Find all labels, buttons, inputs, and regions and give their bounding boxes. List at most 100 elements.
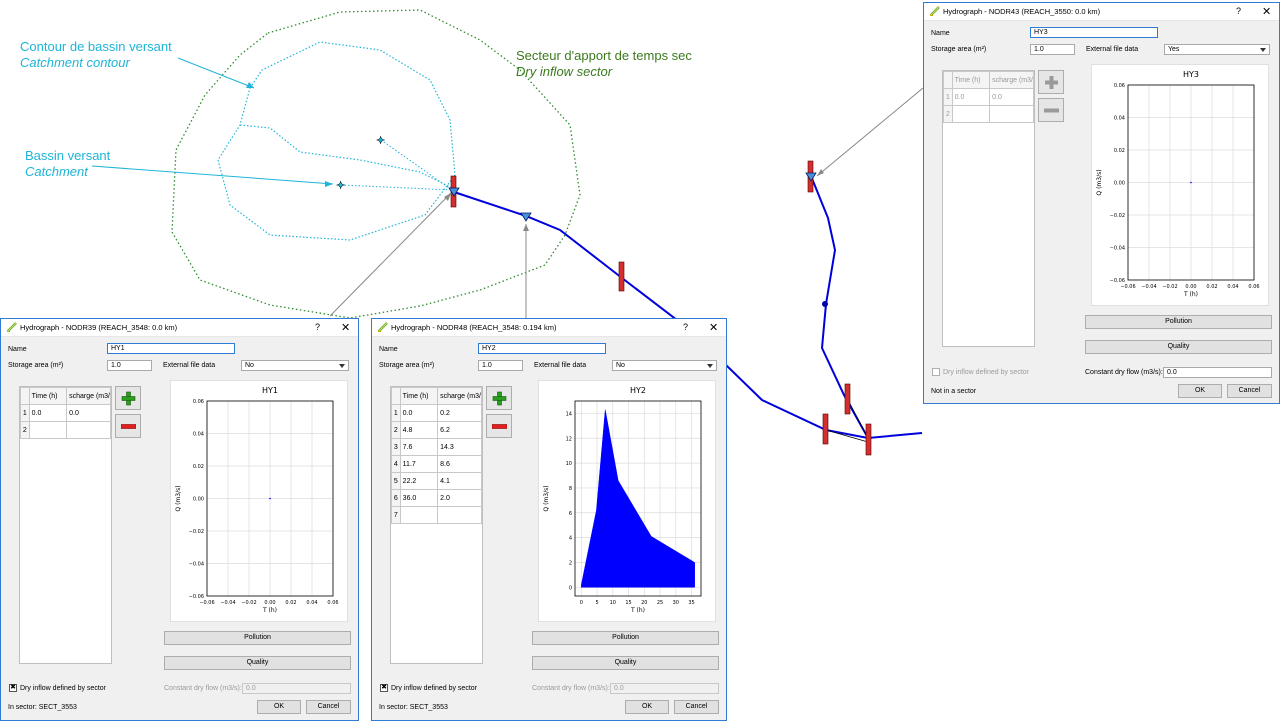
ok-button[interactable]: OK [257, 700, 301, 714]
title-bar[interactable]: Hydrograph - NODR39 (REACH_3548: 0.0 km)… [1, 319, 358, 337]
hydrograph-dialog-d3[interactable]: Hydrograph - NODR43 (REACH_3550: 0.0 km)… [923, 2, 1280, 404]
table-cell[interactable]: 0.0 [951, 88, 991, 106]
constant-dry-flow-input[interactable]: 0.0 [610, 683, 719, 694]
row-header[interactable]: 3 [391, 438, 401, 456]
table-cell[interactable]: 0.0 [66, 404, 111, 422]
external-file-select[interactable]: No [241, 360, 349, 371]
pollution-button[interactable]: Pollution [164, 631, 351, 645]
external-file-select[interactable]: Yes [1164, 44, 1270, 55]
add-row-button[interactable] [486, 386, 512, 410]
table-cell[interactable]: 4.8 [399, 421, 439, 439]
row-header[interactable]: 5 [391, 472, 401, 490]
quality-button[interactable]: Quality [1085, 340, 1272, 354]
table-cell[interactable]: 6.2 [437, 421, 482, 439]
table-row[interactable]: 5 22.2 4.1 [391, 472, 482, 490]
row-header[interactable]: 4 [391, 455, 401, 473]
row-header[interactable]: 2 [943, 105, 953, 123]
table-cell[interactable] [951, 105, 991, 123]
row-header[interactable]: 6 [391, 489, 401, 507]
help-button[interactable]: ? [315, 322, 320, 332]
table-cell[interactable]: 22.2 [399, 472, 439, 490]
section-marker-4[interactable] [865, 423, 872, 456]
column-header[interactable]: scharge (m3/ [989, 71, 1034, 89]
table-row[interactable]: 2 [20, 421, 111, 439]
column-header[interactable]: Time (h) [28, 387, 68, 405]
table-cell[interactable]: 0.2 [437, 404, 482, 422]
remove-row-button[interactable] [115, 414, 141, 438]
column-header[interactable]: scharge (m3/ [437, 387, 482, 405]
table-cell[interactable]: 0.0 [28, 404, 68, 422]
ok-button[interactable]: OK [1178, 384, 1222, 398]
cancel-button[interactable]: Cancel [1227, 384, 1272, 398]
table-cell[interactable]: 7.6 [399, 438, 439, 456]
table-row[interactable]: 1 0.0 0.0 [20, 404, 111, 422]
pollution-button[interactable]: Pollution [1085, 315, 1272, 329]
table-row[interactable]: 1 0.0 0.0 [943, 88, 1034, 106]
hydrograph-table[interactable]: Time (h) scharge (m3/1 0.0 0.0 2 [19, 386, 112, 664]
add-row-button[interactable] [1038, 70, 1064, 94]
storage-area-input[interactable]: 1.0 [107, 360, 152, 371]
storage-area-input[interactable]: 1.0 [1030, 44, 1075, 55]
hydrograph-marker-hy1[interactable] [448, 187, 460, 197]
table-cell[interactable]: 4.1 [437, 472, 482, 490]
hydrograph-dialog-d1[interactable]: Hydrograph - NODR39 (REACH_3548: 0.0 km)… [0, 318, 359, 721]
cancel-button[interactable]: Cancel [306, 700, 351, 714]
table-cell[interactable] [399, 506, 439, 524]
table-row[interactable]: 4 11.7 8.6 [391, 455, 482, 473]
catchment-centroid-1[interactable]: ✦ [376, 134, 386, 148]
hydrograph-marker-hy3[interactable] [805, 172, 817, 182]
table-cell[interactable] [28, 421, 68, 439]
column-header[interactable]: Time (h) [951, 71, 991, 89]
quality-button[interactable]: Quality [532, 656, 719, 670]
column-header[interactable]: Time (h) [399, 387, 439, 405]
section-marker-3[interactable] [822, 413, 829, 445]
row-header[interactable]: 2 [20, 421, 30, 439]
node-junction[interactable] [822, 301, 828, 307]
title-bar[interactable]: Hydrograph - NODR48 (REACH_3548: 0.194 k… [372, 319, 726, 337]
table-cell[interactable]: 14.3 [437, 438, 482, 456]
cancel-button[interactable]: Cancel [674, 700, 719, 714]
table-cell[interactable]: 8.6 [437, 455, 482, 473]
table-cell[interactable] [437, 506, 482, 524]
table-cell[interactable] [66, 421, 111, 439]
table-cell[interactable]: 2.0 [437, 489, 482, 507]
name-input[interactable]: HY2 [478, 343, 606, 354]
table-cell[interactable]: 36.0 [399, 489, 439, 507]
close-icon[interactable]: ✕ [341, 321, 350, 334]
constant-dry-flow-input[interactable]: 0.0 [1163, 367, 1272, 378]
close-icon[interactable]: ✕ [709, 321, 718, 334]
column-header[interactable]: scharge (m3/ [66, 387, 111, 405]
hydrograph-table[interactable]: Time (h) scharge (m3/1 0.0 0.2 2 4.8 6.2 3 7.6 14… [390, 386, 483, 664]
table-cell[interactable]: 11.7 [399, 455, 439, 473]
row-header[interactable]: 1 [20, 404, 30, 422]
row-header[interactable]: 7 [391, 506, 401, 524]
row-header[interactable]: 1 [391, 404, 401, 422]
dry-inflow-checkbox[interactable] [932, 368, 940, 376]
reach-downstream[interactable] [867, 432, 923, 439]
title-bar[interactable]: Hydrograph - NODR43 (REACH_3550: 0.0 km)… [924, 3, 1279, 21]
table-row[interactable]: 2 4.8 6.2 [391, 421, 482, 439]
ok-button[interactable]: OK [625, 700, 669, 714]
table-cell[interactable]: 0.0 [399, 404, 439, 422]
remove-row-button[interactable] [1038, 98, 1064, 122]
table-cell[interactable]: 0.0 [989, 88, 1034, 106]
hydrograph-dialog-d2[interactable]: Hydrograph - NODR48 (REACH_3548: 0.194 k… [371, 318, 727, 721]
help-button[interactable]: ? [1236, 6, 1241, 16]
table-row[interactable]: 3 7.6 14.3 [391, 438, 482, 456]
table-cell[interactable] [989, 105, 1034, 123]
name-input[interactable]: HY3 [1030, 27, 1158, 38]
add-row-button[interactable] [115, 386, 141, 410]
storage-area-input[interactable]: 1.0 [478, 360, 523, 371]
external-file-select[interactable]: No [612, 360, 717, 371]
help-button[interactable]: ? [683, 322, 688, 332]
reach-3550[interactable] [810, 175, 869, 439]
pollution-button[interactable]: Pollution [532, 631, 719, 645]
dry-inflow-checkbox[interactable]: ✖ [380, 684, 388, 692]
constant-dry-flow-input[interactable]: 0.0 [242, 683, 351, 694]
remove-row-button[interactable] [486, 414, 512, 438]
table-row[interactable]: 7 [391, 506, 482, 524]
table-row[interactable]: 6 36.0 2.0 [391, 489, 482, 507]
table-row[interactable]: 2 [943, 105, 1034, 123]
catchment-centroid-2[interactable]: ✦ [336, 179, 346, 193]
quality-button[interactable]: Quality [164, 656, 351, 670]
